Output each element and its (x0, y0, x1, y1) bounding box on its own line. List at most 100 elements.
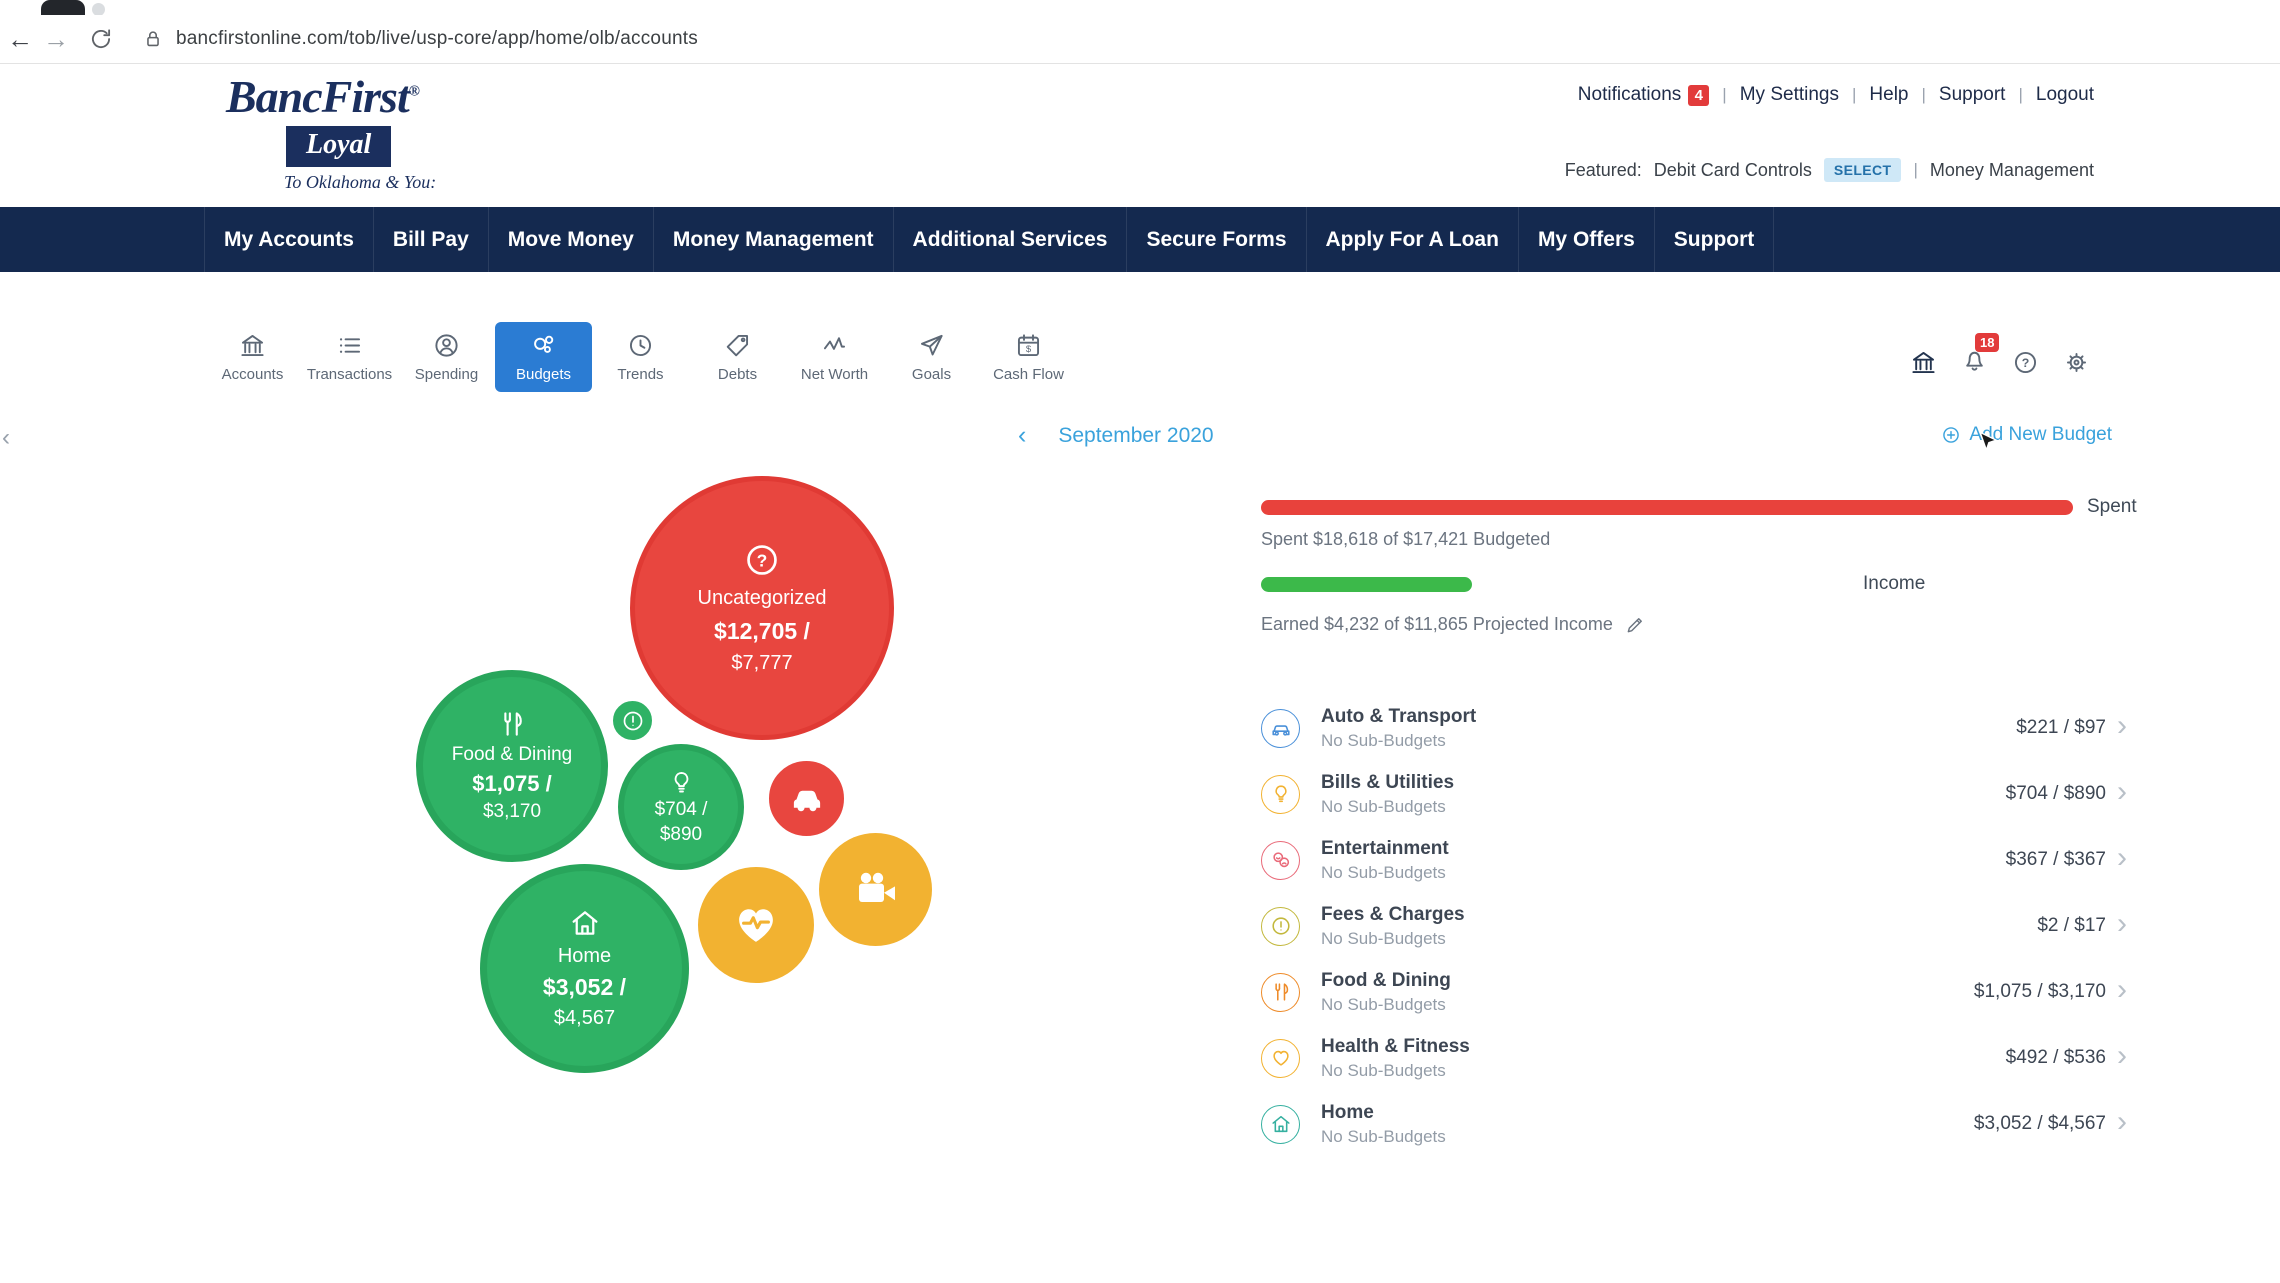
income-summary-text: Earned $4,232 of $11,865 Projected Incom… (1261, 614, 1613, 635)
alerts-bell[interactable]: 18 (1961, 346, 1988, 378)
previous-month-arrow[interactable]: ‹ (1018, 421, 1026, 450)
tab-cash-flow[interactable]: Cash Flow (980, 322, 1077, 392)
featured-label: Featured: (1565, 160, 1642, 181)
tab-debts[interactable]: Debts (689, 322, 786, 392)
budget-row-food-dining[interactable]: Food & DiningNo Sub-Budgets $1,075 / $3,… (1261, 959, 2127, 1025)
money-management-link[interactable]: Money Management (1930, 160, 2094, 181)
nav-my-offers[interactable]: My Offers (1518, 207, 1654, 272)
budget-name: Health & Fitness (1321, 1036, 1470, 1058)
budget-value: $704 / $890 (2006, 783, 2106, 805)
budget-sub: No Sub-Budgets (1321, 863, 1449, 883)
nav-money-management[interactable]: Money Management (653, 207, 893, 272)
home-icon (569, 907, 601, 939)
gear-icon[interactable] (2063, 349, 2090, 376)
nav-additional-services[interactable]: Additional Services (893, 207, 1127, 272)
bubble-uncategorized[interactable]: Uncategorized $12,705 / $7,777 (630, 476, 894, 740)
logout-link[interactable]: Logout (2036, 84, 2094, 106)
tab-trends[interactable]: Trends (592, 322, 689, 392)
chevron-right-icon: › (2117, 909, 2127, 939)
budget-list: Auto & Transport No Sub-Budgets $221 / $9… (1261, 695, 2127, 1157)
lightbulb-icon (668, 769, 695, 796)
bubble-label: Food & Dining (452, 744, 572, 766)
institution-icon[interactable] (1910, 349, 1937, 376)
padlock-icon[interactable] (142, 28, 164, 50)
spent-progress-bar (1261, 500, 2073, 515)
budget-value: $492 / $536 (2006, 1047, 2106, 1069)
chevron-right-icon: › (2117, 777, 2127, 807)
notifications-link[interactable]: Notifications4 (1578, 84, 1710, 106)
bubble-health-fitness[interactable] (695, 864, 817, 986)
bubble-auto-transport[interactable] (766, 758, 847, 839)
bubble-budget: $4,567 (554, 1007, 615, 1030)
budget-name: Auto & Transport (1321, 706, 1476, 728)
budget-row-health-fitness[interactable]: Health & FitnessNo Sub-Budgets $492 / $5… (1261, 1025, 2127, 1091)
bubble-label: Home (558, 945, 611, 968)
add-new-budget-button[interactable]: Add New Budget (1941, 424, 2112, 446)
tab-label: Debts (718, 366, 757, 383)
movie-camera-icon (852, 866, 900, 914)
budget-row-auto-transport[interactable]: Auto & TransportNo Sub-Budgets $221 / $9… (1261, 695, 2127, 761)
tab-goals[interactable]: Goals (883, 322, 980, 392)
budget-row-entertainment[interactable]: EntertainmentNo Sub-Budgets $367 / $367› (1261, 827, 2127, 893)
nav-bill-pay[interactable]: Bill Pay (373, 207, 488, 272)
support-link[interactable]: Support (1939, 84, 2006, 106)
help-circle-icon[interactable] (2012, 349, 2039, 376)
browser-tab[interactable] (41, 0, 85, 15)
car-icon (1261, 709, 1300, 748)
price-tag-icon (724, 332, 751, 359)
income-bar-label: Income (1863, 573, 1925, 595)
separator: | (2018, 85, 2022, 105)
select-button[interactable]: SELECT (1824, 158, 1902, 182)
exclamation-circle-icon (1261, 907, 1300, 946)
budget-value: $1,075 / $3,170 (1974, 981, 2106, 1003)
tab-net-worth[interactable]: Net Worth (786, 322, 883, 392)
bubble-fees-charges[interactable] (610, 698, 655, 743)
bancfirst-logo[interactable]: BancFirst® Loyal To Oklahoma & You: (226, 70, 436, 193)
nav-secure-forms[interactable]: Secure Forms (1126, 207, 1305, 272)
chevron-right-icon: › (2117, 843, 2127, 873)
help-link[interactable]: Help (1869, 84, 1908, 106)
bubble-bills-utilities[interactable]: $704 / $890 (618, 744, 744, 870)
pencil-icon[interactable] (1625, 615, 1645, 635)
nav-my-accounts[interactable]: My Accounts (204, 207, 373, 272)
budget-row-home[interactable]: HomeNo Sub-Budgets $3,052 / $4,567› (1261, 1091, 2127, 1157)
forward-icon[interactable]: → (38, 24, 74, 55)
tab-label: Spending (415, 366, 478, 383)
featured-item-link[interactable]: Debit Card Controls (1654, 160, 1812, 181)
income-progress-bar (1261, 577, 2073, 592)
tab-label: Budgets (516, 366, 571, 383)
tab-transactions[interactable]: Transactions (301, 322, 398, 392)
bubble-spent: $12,705 / (714, 618, 810, 644)
spent-progress-fill (1261, 500, 2073, 515)
budget-row-bills-utilities[interactable]: Bills & UtilitiesNo Sub-Budgets $704 / $… (1261, 761, 2127, 827)
browser-toolbar: ← → bancfirstonline.com/tob/live/usp-cor… (0, 15, 2280, 64)
current-month-label: September 2020 (1058, 424, 1213, 448)
person-circle-icon (433, 332, 460, 359)
notifications-badge: 4 (1688, 85, 1709, 106)
nav-apply-for-a-loan[interactable]: Apply For A Loan (1306, 207, 1518, 272)
budget-value: $221 / $97 (2016, 717, 2106, 739)
nav-support[interactable]: Support (1654, 207, 1774, 272)
logo-tagline: To Oklahoma & You: (284, 172, 436, 193)
back-icon[interactable]: ← (2, 24, 38, 55)
tab-spending[interactable]: Spending (398, 322, 495, 392)
heart-icon (1261, 1039, 1300, 1078)
my-settings-link[interactable]: My Settings (1740, 84, 1839, 106)
bubble-entertainment[interactable] (819, 833, 932, 946)
left-edge-arrow[interactable]: ‹ (2, 424, 10, 452)
tab-accounts[interactable]: Accounts (204, 322, 301, 392)
nav-move-money[interactable]: Move Money (488, 207, 653, 272)
browser-tab-strip (0, 0, 2280, 15)
reload-icon[interactable] (88, 26, 114, 52)
bell-badge: 18 (1975, 333, 1999, 352)
mouse-cursor (1974, 429, 2001, 456)
address-bar[interactable]: bancfirstonline.com/tob/live/usp-core/ap… (176, 28, 698, 50)
budget-value: $2 / $17 (2037, 915, 2106, 937)
tab-budgets[interactable]: Budgets (495, 322, 592, 392)
tab-label: Goals (912, 366, 951, 383)
budget-name: Fees & Charges (1321, 904, 1465, 926)
bubble-food-dining[interactable]: Food & Dining $1,075 / $3,170 (416, 670, 608, 862)
separator: | (1913, 160, 1917, 180)
bubble-home[interactable]: Home $3,052 / $4,567 (480, 864, 689, 1073)
budget-row-fees-charges[interactable]: Fees & ChargesNo Sub-Budgets $2 / $17› (1261, 893, 2127, 959)
